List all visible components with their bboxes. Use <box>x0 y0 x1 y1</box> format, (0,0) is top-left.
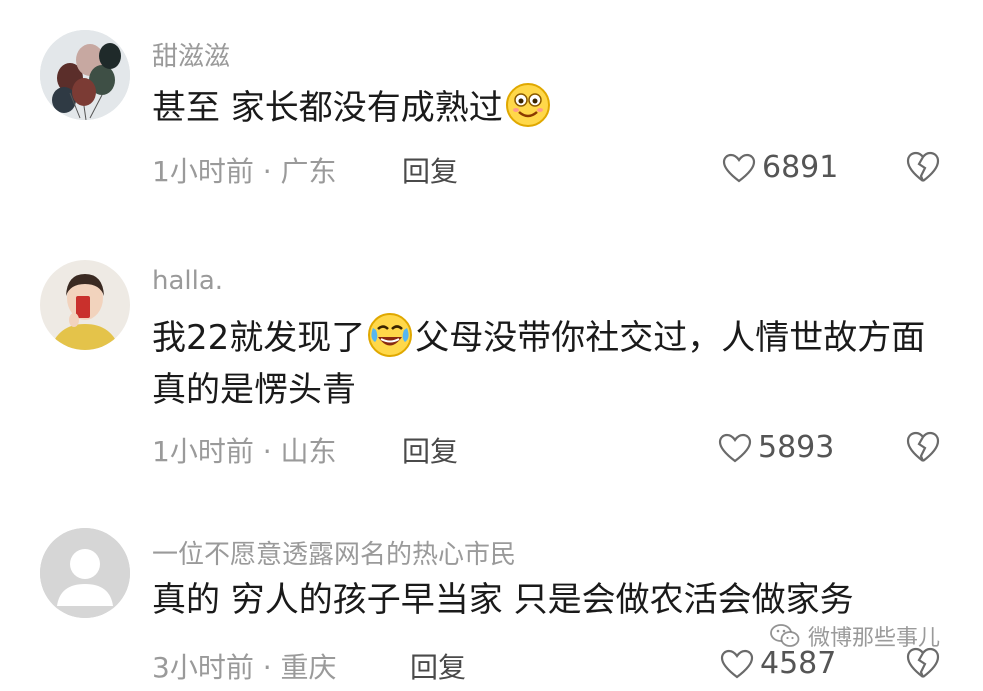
like-button[interactable]: 6891 <box>722 150 838 185</box>
like-button[interactable]: 5893 <box>718 430 834 465</box>
reply-button[interactable]: 回复 <box>410 646 466 686</box>
time-location: 1小时前 · 山东 <box>152 435 337 468</box>
comment-text-body: 甚至 家长都没有成熟过 <box>152 88 503 128</box>
comment-item: halla. 我22就发现了 父母没带你社交过，人情世故方面真的是愣头青 1小时… <box>0 230 983 500</box>
heart-icon <box>720 649 754 678</box>
avatar[interactable] <box>40 30 130 120</box>
time-location: 1小时前 · 广东 <box>152 155 337 188</box>
reply-button[interactable]: 回复 <box>402 150 458 190</box>
comment-text: 真的 穷人的孩子早当家 只是会做农活会做家务 <box>152 580 854 620</box>
username[interactable]: halla. <box>152 266 223 296</box>
username[interactable]: 甜滋滋 <box>152 36 230 73</box>
broken-heart-icon[interactable] <box>905 150 941 184</box>
avatar[interactable] <box>40 260 130 350</box>
smile-emoji-icon <box>505 83 550 127</box>
person-avatar-image <box>40 260 130 350</box>
like-count: 5893 <box>758 430 835 465</box>
heart-icon <box>722 153 756 182</box>
watermark-text: 微博那些事儿 <box>808 626 941 651</box>
comment-text: 甚至 家长都没有成熟过 <box>152 82 952 134</box>
laugh-cry-emoji-icon <box>368 313 413 357</box>
time-location: 3小时前 · 重庆 <box>152 651 337 684</box>
default-user-avatar-icon <box>40 528 130 618</box>
avatar[interactable] <box>40 528 130 618</box>
comment-text-before: 我22就发现了 <box>152 318 366 358</box>
wechat-icon <box>770 624 800 647</box>
like-count: 6891 <box>762 150 839 185</box>
comment-item: 一位不愿意透露网名的热心市民 真的 穷人的孩子早当家 只是会做农活会做家务 3小… <box>0 500 983 691</box>
heart-icon <box>718 433 752 462</box>
watermark: 微博那些事儿 <box>770 620 940 652</box>
comment-text: 我22就发现了 父母没带你社交过，人情世故方面真的是愣头青 <box>152 312 952 416</box>
broken-heart-icon[interactable] <box>905 430 941 464</box>
comment-item: 甜滋滋 甚至 家长都没有成熟过 1小时前 · 广东 回复 6891 <box>0 0 983 230</box>
username[interactable]: 一位不愿意透露网名的热心市民 <box>152 534 516 571</box>
balloons-avatar-image <box>40 30 130 120</box>
reply-button[interactable]: 回复 <box>402 430 458 470</box>
